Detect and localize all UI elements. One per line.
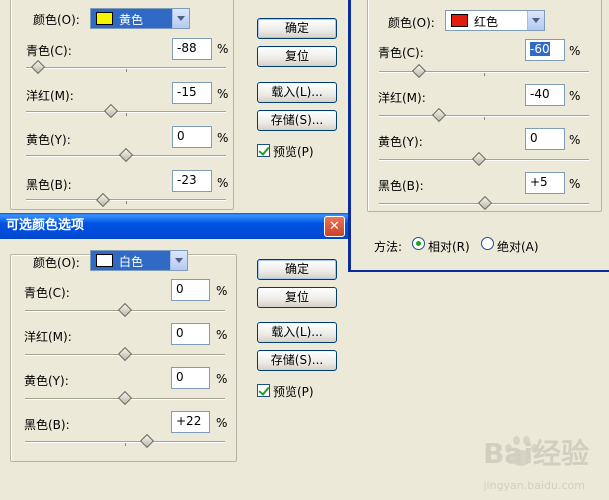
ok-button[interactable]: 确定: [257, 259, 337, 280]
center-tick: [484, 117, 485, 120]
magenta-input[interactable]: -40: [525, 84, 565, 106]
chevron-down-icon[interactable]: [172, 9, 189, 28]
magenta-input[interactable]: 0: [171, 323, 210, 345]
yellow-input[interactable]: 0: [525, 128, 565, 150]
center-tick: [484, 73, 485, 76]
slider-label-yellow: 黄色(Y):: [24, 374, 69, 388]
chevron-down-icon[interactable]: [527, 11, 544, 30]
preview-label: 预览(P): [273, 145, 314, 159]
percent-sign: %: [217, 176, 229, 190]
center-tick: [126, 113, 127, 116]
ok-button[interactable]: 确定: [257, 18, 337, 39]
percent-sign: %: [569, 89, 581, 103]
slider-label-magenta: 洋红(M):: [26, 89, 74, 103]
black-input[interactable]: +5: [525, 172, 565, 194]
slider-label-yellow: 黄色(Y):: [378, 135, 423, 149]
percent-sign: %: [569, 44, 581, 58]
color-select-value: 黄色: [119, 13, 144, 27]
reset-button[interactable]: 复位: [257, 46, 337, 67]
save-button[interactable]: 存储(S)...: [257, 110, 337, 131]
dialog-red: 颜色(O): 红色 青色(C): -60 % 洋红(M): -40 % 黄色(Y…: [351, 0, 609, 272]
reset-button[interactable]: 复位: [257, 287, 337, 308]
method-label: 方法:: [374, 240, 403, 254]
color-label: 颜色(O):: [33, 13, 80, 27]
percent-sign: %: [216, 372, 228, 386]
absolute-label: 绝对(A): [497, 240, 539, 254]
percent-sign: %: [216, 416, 228, 430]
percent-sign: %: [216, 284, 228, 298]
swatch-yellow: [96, 12, 113, 25]
percent-sign: %: [569, 133, 581, 147]
slider-label-cyan: 青色(C):: [24, 286, 70, 300]
slider-label-magenta: 洋红(M):: [378, 91, 426, 105]
slider-label-black: 黑色(B):: [378, 179, 424, 193]
color-select-value: 红色: [474, 15, 499, 29]
percent-sign: %: [217, 131, 229, 145]
relative-radio[interactable]: [412, 237, 425, 250]
dialog-titlebar[interactable]: 可选颜色选项 ✕: [0, 213, 348, 239]
black-input[interactable]: -23: [172, 170, 212, 192]
swatch-white: [96, 254, 113, 267]
watermark-url: jingyan.baidu.com: [483, 479, 585, 492]
percent-sign: %: [217, 87, 229, 101]
slider-label-black: 黑色(B):: [26, 178, 72, 192]
yellow-input[interactable]: 0: [172, 126, 212, 148]
color-select[interactable]: 白色: [90, 250, 188, 271]
dialog-white: 颜色(O): 白色 青色(C): 0 % 洋红(M): 0 % 黄色(Y): 0…: [0, 239, 348, 500]
swatch-red: [451, 14, 468, 27]
slider-label-cyan: 青色(C):: [26, 44, 72, 58]
slider-label-magenta: 洋红(M):: [24, 330, 72, 344]
cyan-input[interactable]: -60: [525, 39, 565, 61]
slider-label-yellow: 黄色(Y):: [26, 133, 71, 147]
load-button[interactable]: 载入(L)...: [257, 82, 337, 103]
cyan-input[interactable]: -88: [172, 38, 212, 60]
color-label: 颜色(O):: [388, 16, 435, 30]
load-button[interactable]: 载入(L)...: [257, 322, 337, 343]
relative-label: 相对(R): [428, 240, 470, 254]
color-select[interactable]: 黄色: [90, 8, 190, 29]
yellow-input[interactable]: 0: [171, 367, 210, 389]
absolute-radio[interactable]: [481, 237, 494, 250]
center-tick: [126, 69, 127, 72]
dialog-yellow: 颜色(O): 黄色 青色(C): -88 % 洋红(M): -15 % 黄色(Y…: [0, 0, 348, 213]
watermark-brand: Bai经验: [483, 437, 589, 470]
color-select-value: 白色: [119, 255, 144, 269]
preview-checkbox[interactable]: [257, 384, 270, 397]
slider-label-black: 黑色(B):: [24, 418, 70, 432]
center-tick: [126, 201, 127, 204]
preview-label: 预览(P): [273, 385, 314, 399]
black-input[interactable]: +22: [171, 411, 210, 433]
window-border: [348, 270, 609, 272]
close-icon[interactable]: ✕: [324, 216, 345, 237]
dialog-title: 可选颜色选项: [6, 218, 85, 233]
save-button[interactable]: 存储(S)...: [257, 350, 337, 371]
percent-sign: %: [216, 328, 228, 342]
percent-sign: %: [569, 177, 581, 191]
chevron-down-icon[interactable]: [170, 251, 187, 270]
preview-checkbox[interactable]: [257, 144, 270, 157]
percent-sign: %: [217, 42, 229, 56]
color-select[interactable]: 红色: [445, 10, 545, 31]
cyan-input[interactable]: 0: [171, 279, 210, 301]
slider-label-cyan: 青色(C):: [378, 46, 424, 60]
magenta-input[interactable]: -15: [172, 82, 212, 104]
center-tick: [125, 443, 126, 446]
color-label: 颜色(O):: [33, 256, 80, 270]
